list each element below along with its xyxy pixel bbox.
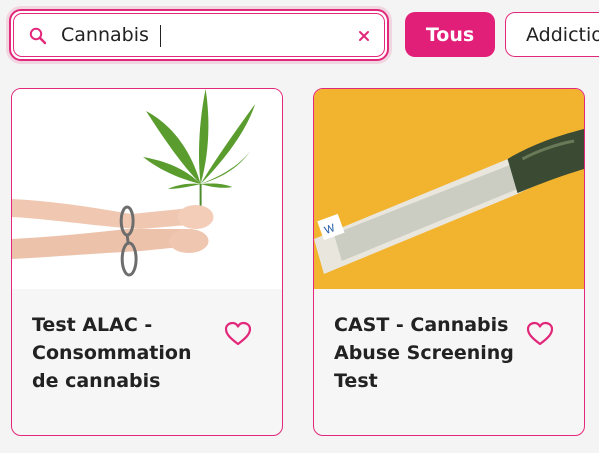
text-cursor — [160, 25, 161, 47]
card-title: CAST - Cannabis Abuse Screening Test — [334, 314, 514, 392]
result-card[interactable]: Test ALAC - Consommation de cannabis — [11, 88, 283, 436]
card-image-joint: W — [314, 89, 584, 289]
card-title: Test ALAC - Consommation de cannabis — [32, 314, 192, 392]
heart-outline-icon[interactable] — [526, 321, 554, 347]
filter-chip-addiction[interactable]: Addictio — [505, 12, 599, 57]
close-icon[interactable] — [355, 27, 373, 45]
card-image-cannabis-leaf-handcuffs — [12, 89, 282, 289]
result-card[interactable]: W CAST - Cannabis Abuse Screening Test — [313, 88, 585, 436]
search-field[interactable] — [9, 9, 389, 61]
search-input[interactable] — [61, 20, 341, 50]
search-icon — [29, 27, 47, 45]
heart-outline-icon[interactable] — [224, 321, 252, 347]
filter-chip-all[interactable]: Tous — [405, 12, 495, 57]
